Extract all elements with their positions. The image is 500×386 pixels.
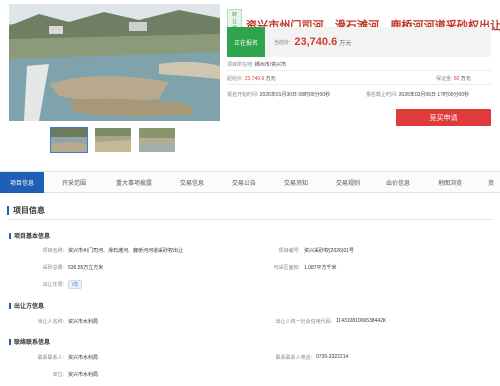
contact-person-value: 资兴市水利局 [68, 355, 99, 361]
heading-marker-icon [9, 302, 11, 309]
start-price-label: 起始价: [227, 76, 244, 82]
divider [227, 84, 491, 85]
contact-person-label: 联系联系人: [37, 355, 64, 361]
reg-start-value: 2026年01月30日 08时00分00秒 [259, 92, 331, 98]
thumbnail-3[interactable] [138, 127, 176, 153]
thumbnail-2[interactable] [94, 127, 132, 153]
tab-trade-rules[interactable]: 交易规则 [326, 172, 370, 193]
detail-tabs: 项目信息 开采范围 重大事项披露 交易信息 交易公告 交易须知 交易规则 出价信… [0, 171, 500, 193]
start-price-value: 23,740.6 [244, 76, 265, 82]
divider [227, 70, 491, 71]
start-price-line: 起始价: 23,740.6 万元 [227, 75, 276, 82]
transfer-period-label: 出让年限: [42, 282, 64, 288]
mining-area-label: 可采区面积: [273, 265, 300, 271]
section-divider [7, 219, 493, 220]
tab-trade-notice[interactable]: 交易公告 [222, 172, 266, 193]
reg-end-label: 报名截止时间: [366, 92, 398, 98]
price-box: 正在报名 当前价: 23,740.6 万元 [227, 27, 491, 57]
tab-trade-guide[interactable]: 交易须知 [274, 172, 318, 193]
project-code-label: 项目编号: [278, 248, 300, 254]
deposit-line: 保证金: 50 万元 [436, 75, 471, 82]
project-name-value: 资兴市州门司河、滑石滩河、鹿桥河河道采砂权出让 [68, 248, 184, 254]
contact-unit-label: 单位: [52, 372, 64, 378]
tab-project-info[interactable]: 项目信息 [0, 172, 44, 193]
deposit-label: 保证金: [436, 76, 453, 82]
section-title-text: 项目信息 [13, 206, 45, 215]
start-price-unit: 万元 [265, 76, 276, 82]
heading-marker-icon [9, 232, 11, 239]
contact-unit-value: 资兴市水利局 [68, 372, 99, 378]
seller-info-heading: 出让方信息 [9, 301, 44, 310]
deposit-value: 50 [453, 76, 460, 82]
tab-trade-info[interactable]: 交易信息 [170, 172, 214, 193]
thumbnail-1[interactable] [50, 127, 88, 153]
section-title: 项目信息 [7, 205, 45, 216]
location-value: 郴州市/资兴市 [254, 62, 287, 68]
tab-major-disclosure[interactable]: 重大事项披露 [104, 172, 164, 193]
status-badge: 正在报名 [227, 27, 265, 57]
basic-info-heading-text: 项目基本信息 [14, 234, 51, 240]
contact-info-heading: 联络联系信息 [9, 337, 50, 346]
project-name-label: 项目名称: [42, 248, 64, 254]
heading-marker-icon [9, 338, 11, 345]
contact-info-heading-text: 联络联系信息 [14, 340, 51, 346]
seller-credit-code-value: 11431081006538442K [336, 318, 387, 324]
seller-name-label: 出让人名称: [37, 319, 64, 325]
tab-map[interactable]: 地图浏览 [428, 172, 472, 193]
reg-end-value: 2026年03月06日 17时00分00秒 [398, 92, 470, 98]
current-price-value: 23,740.6 [294, 36, 338, 48]
reg-start-line: 报名开始时间: 2026年01月30日 08时00分00秒 [227, 91, 330, 98]
basic-info-heading: 项目基本信息 [9, 231, 50, 240]
reg-start-label: 报名开始时间: [227, 92, 259, 98]
main-photo[interactable] [9, 4, 220, 121]
thumbnail-strip [50, 127, 176, 153]
deposit-unit: 万元 [460, 76, 471, 82]
sand-volume-label: 采砂总量: [42, 265, 64, 271]
tab-mining-scope[interactable]: 开采范围 [52, 172, 96, 193]
apply-button[interactable]: 竞买申请 [396, 109, 491, 126]
current-price-unit: 万元 [339, 40, 352, 47]
seller-info-heading-text: 出让方信息 [14, 304, 45, 310]
section-marker-icon [7, 206, 9, 215]
tab-more[interactable]: 资 [482, 172, 500, 193]
location-label: 项目所在地: [227, 62, 254, 68]
current-price-label: 当前价: [274, 39, 291, 46]
reg-end-line: 报名截止时间: 2026年03月06日 17时00分00秒 [366, 91, 469, 98]
contact-phone-value: 0735-3322214 [316, 354, 349, 360]
transfer-period-value: /年 [68, 280, 83, 289]
seller-name-value: 资兴市水利局 [68, 319, 99, 325]
mining-area-value: 1.087平方千米 [304, 265, 337, 271]
tab-bid-info[interactable]: 出价信息 [376, 172, 420, 193]
contact-phone-label: 联系联系人电话: [275, 355, 312, 361]
seller-credit-code-label: 出让人统一社会信用代码: [275, 319, 332, 325]
sand-volume-value: 536.55万立方米 [68, 265, 104, 271]
location-line: 项目所在地: 郴州市/资兴市 [227, 61, 286, 68]
project-code-value: 资兴采砂权(2026)01号 [304, 248, 355, 254]
